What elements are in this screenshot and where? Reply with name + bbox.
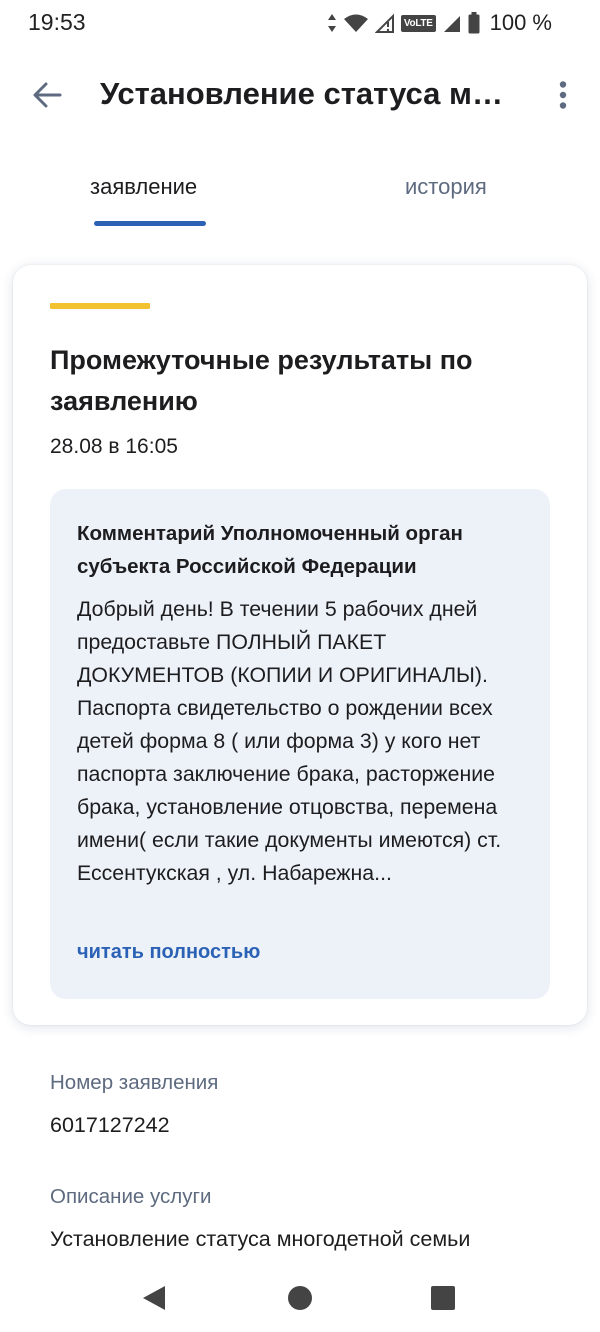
square-recents-icon [431, 1286, 455, 1310]
more-options-button[interactable] [545, 72, 581, 118]
nav-home-button[interactable] [280, 1278, 320, 1318]
status-bar: 19:53 VoLTE 100 % [0, 0, 600, 46]
screen: 19:53 VoLTE 100 % Установление статуса м… [0, 0, 600, 1332]
card-title: Промежуточные результаты по заявлению [50, 345, 473, 416]
comment-box: Комментарий Уполномоченный орган субъект… [50, 489, 550, 999]
app-bar: Установление статуса многодетной семьи [0, 52, 600, 138]
nav-back-button[interactable] [134, 1278, 174, 1318]
data-arrows-icon [327, 13, 337, 33]
signal-no-service-icon [374, 13, 395, 33]
battery-icon [468, 12, 480, 34]
arrow-left-icon [33, 82, 62, 108]
comment-heading: Комментарий Уполномоченный орган субъект… [77, 522, 463, 578]
comment-text: Добрый день! В течении 5 рабочих дней пр… [77, 597, 502, 885]
status-icons: VoLTE 100 % [327, 10, 552, 36]
tab-history[interactable]: история [405, 174, 487, 200]
tabs: заявление история [0, 160, 600, 230]
more-vertical-icon [559, 81, 567, 109]
service-description-value: Установление статуса многодетной семьи [50, 1227, 471, 1251]
signal-icon [442, 13, 462, 33]
battery-percent: 100 % [489, 10, 552, 35]
nav-recents-button[interactable] [423, 1278, 463, 1318]
status-time: 19:53 [28, 9, 86, 35]
card-date: 28.08 в 16:05 [50, 435, 178, 458]
triangle-back-icon [143, 1286, 165, 1310]
volte-icon: VoLTE [400, 14, 436, 32]
status-card: Промежуточные результаты по заявлению 28… [13, 265, 587, 1025]
wifi-icon [343, 13, 369, 33]
tab-application[interactable]: заявление [90, 174, 197, 200]
active-tab-indicator [94, 221, 206, 226]
service-description-label: Описание услуги [50, 1185, 212, 1208]
navigation-bar [0, 1262, 600, 1332]
accent-line [50, 303, 150, 309]
circle-home-icon [288, 1286, 312, 1310]
application-number-value: 6017127242 [50, 1113, 170, 1137]
read-more-link[interactable]: читать полностью [77, 941, 260, 964]
application-number-label: Номер заявления [50, 1071, 219, 1094]
back-button[interactable] [22, 72, 72, 118]
page-title: Установление статуса многодетной семьи [100, 76, 520, 111]
